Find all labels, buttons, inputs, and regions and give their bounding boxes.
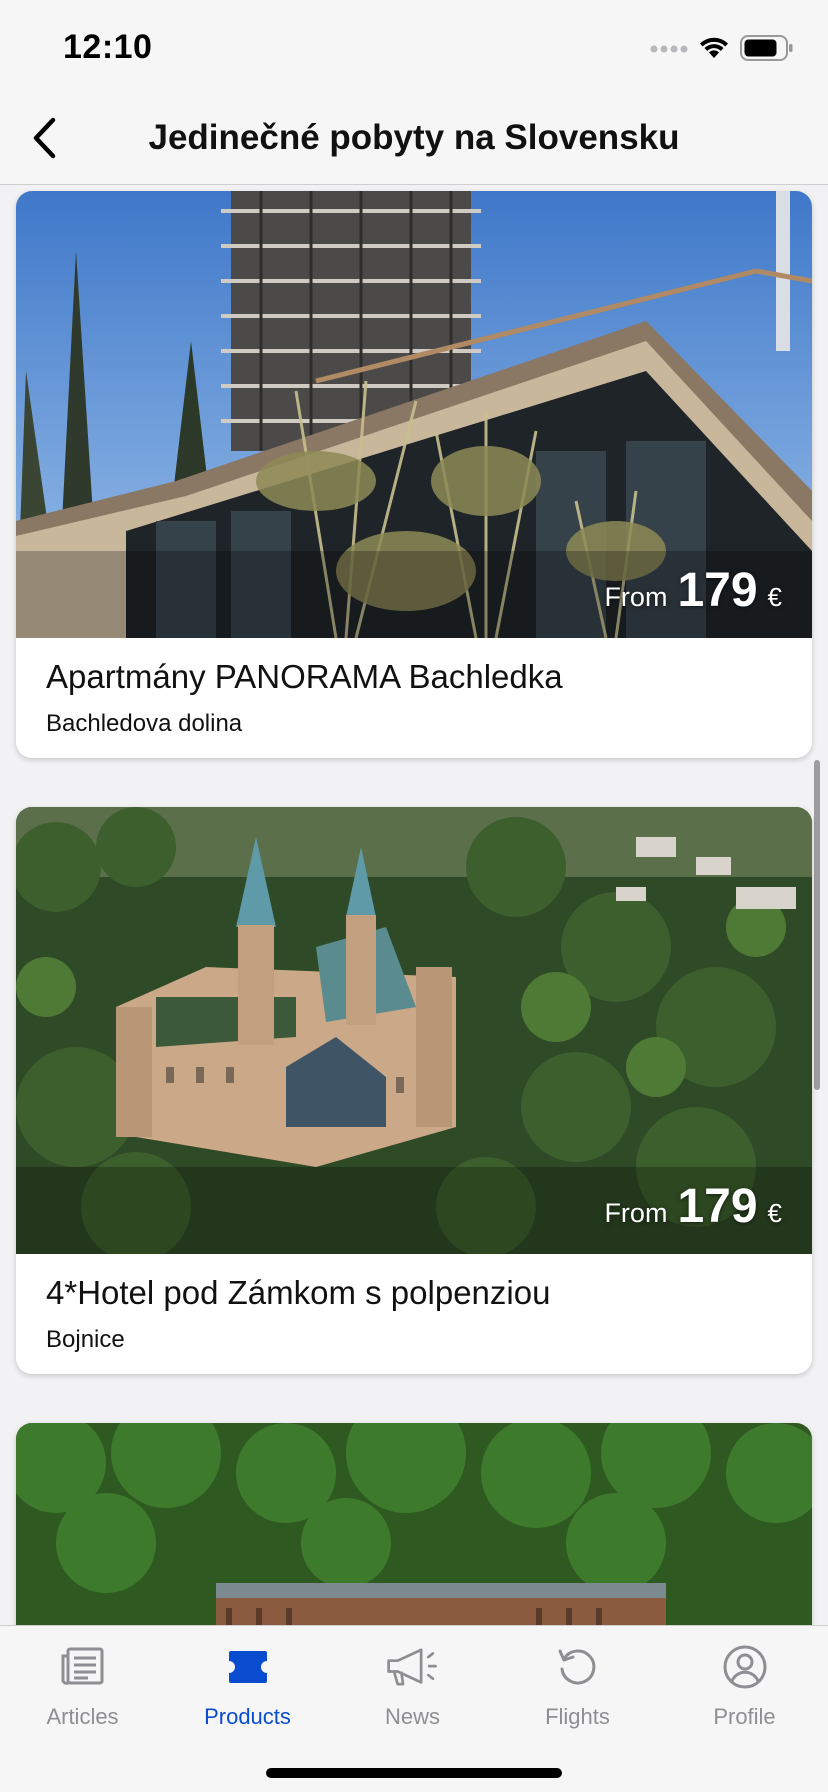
app-screen: 12:10 Jedinečné pobyty na Slovensku From… (0, 0, 828, 1792)
product-card[interactable] (16, 1423, 812, 1625)
price-value: 179 (677, 564, 758, 617)
signal-dots-icon (650, 41, 688, 59)
card-location: Bachledova dolina (46, 710, 243, 737)
product-card[interactable]: From 179 € Apartmány PANORAMA Bachledka … (16, 191, 812, 758)
tab-products[interactable]: Products (165, 1642, 330, 1742)
bojnice-castle-aerial-photo: From 179 € (16, 807, 812, 1254)
tab-label: News (384, 1704, 440, 1729)
card-body: 4*Hotel pod Zámkom s polpenziou Bojnice (16, 1254, 812, 1374)
card-location: Bojnice (46, 1326, 125, 1353)
navigation-bar: Jedinečné pobyty na Slovensku (0, 96, 828, 185)
price-tag: From 179 € (604, 563, 782, 618)
status-icons (650, 34, 794, 66)
chevron-left-icon (30, 116, 58, 165)
price-currency: € (767, 1198, 782, 1228)
ticket-icon (220, 1642, 276, 1692)
forest-hotel-photo (16, 1423, 812, 1625)
back-button[interactable] (18, 114, 70, 166)
price-currency: € (767, 582, 782, 612)
product-card[interactable]: From 179 € 4*Hotel pod Zámkom s polpenzi… (16, 807, 812, 1374)
user-circle-icon (717, 1642, 773, 1692)
card-title: Apartmány PANORAMA Bachledka (46, 658, 563, 695)
price-prefix: From (604, 1198, 668, 1228)
card-body: Apartmány PANORAMA Bachledka Bachledova … (16, 638, 812, 758)
status-time: 12:10 (63, 28, 153, 66)
wifi-icon (698, 36, 730, 65)
status-bar: 12:10 (0, 0, 828, 96)
megaphone-icon (385, 1642, 441, 1692)
tab-label: Articles (46, 1704, 119, 1729)
home-indicator[interactable] (266, 1768, 562, 1778)
tab-label: Products (204, 1704, 291, 1729)
battery-icon (740, 34, 794, 66)
price-value: 179 (677, 1180, 758, 1233)
refresh-icon (550, 1642, 606, 1692)
tab-label: Flights (545, 1704, 610, 1729)
newspaper-icon (55, 1642, 111, 1692)
price-prefix: From (604, 582, 668, 612)
treetop-walk-tower-photo: From 179 € (16, 191, 812, 638)
tab-bar: Articles Products News Flights Profile (0, 1625, 828, 1792)
scroll-indicator[interactable] (814, 760, 820, 1090)
tab-articles[interactable]: Articles (0, 1642, 165, 1742)
tab-news[interactable]: News (330, 1642, 495, 1742)
product-list[interactable]: From 179 € Apartmány PANORAMA Bachledka … (0, 185, 828, 1625)
price-tag: From 179 € (604, 1179, 782, 1234)
card-title: 4*Hotel pod Zámkom s polpenziou (46, 1274, 551, 1311)
page-title: Jedinečné pobyty na Slovensku (148, 118, 680, 157)
tab-flights[interactable]: Flights (495, 1642, 660, 1742)
tab-profile[interactable]: Profile (662, 1642, 827, 1742)
tab-label: Profile (713, 1704, 776, 1729)
